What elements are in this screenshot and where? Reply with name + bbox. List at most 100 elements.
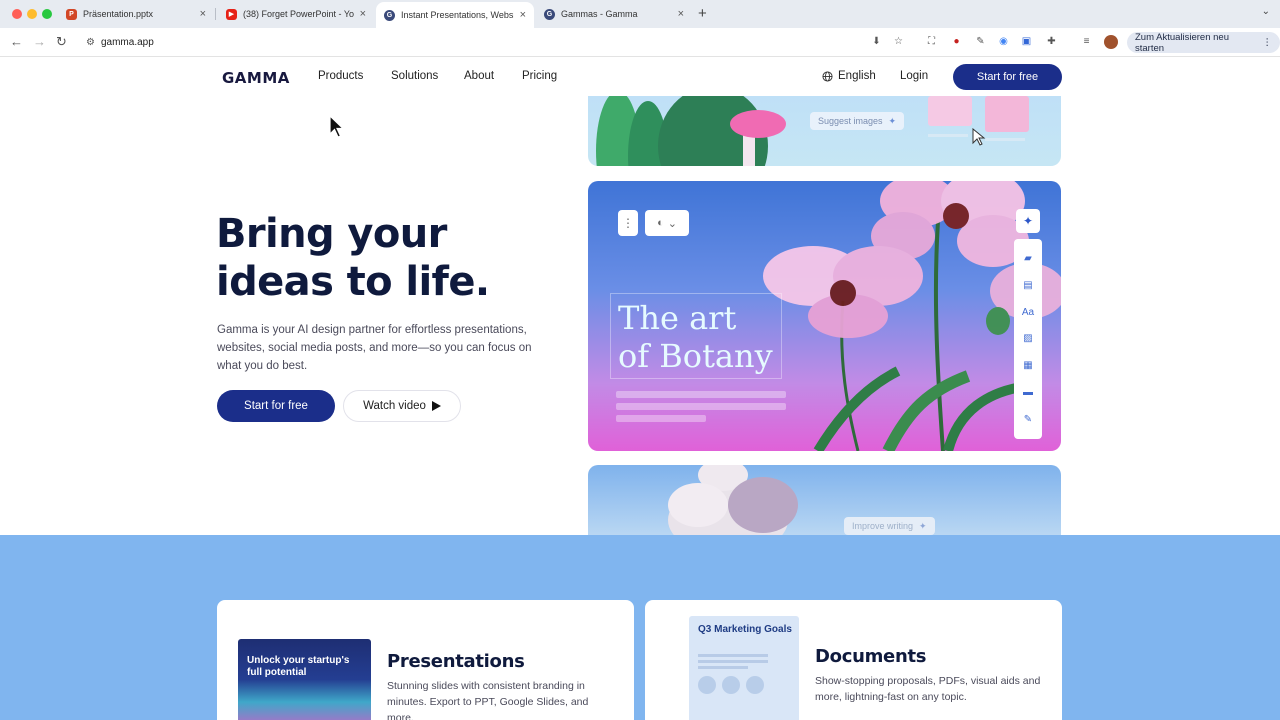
close-tab-icon[interactable]: ×: [520, 9, 526, 21]
login-link[interactable]: Login: [900, 70, 928, 82]
suggest-images-label: Suggest images: [818, 116, 883, 126]
improve-writing-chip[interactable]: Improve writing ✦: [844, 517, 935, 535]
gamma-favicon-icon: G: [544, 8, 555, 20]
art-title-line-1: The art: [618, 299, 737, 337]
text-icon[interactable]: Aa: [1022, 307, 1034, 318]
address-bar[interactable]: ⚙ gamma.app: [80, 32, 860, 53]
feature-card-documents[interactable]: Q3 Marketing Goals Documents Show-stoppi…: [645, 600, 1062, 720]
more-options-icon[interactable]: ⋮: [618, 210, 638, 236]
edit-icon[interactable]: ✎: [1024, 414, 1032, 425]
pie-chart-icon: [698, 676, 716, 694]
new-tab-icon[interactable]: +: [698, 5, 707, 22]
language-selector[interactable]: English: [822, 70, 876, 82]
close-tab-icon[interactable]: ×: [678, 8, 684, 20]
extension-translate-icon[interactable]: ▣: [1020, 35, 1033, 48]
card-icon[interactable]: ▤: [1023, 280, 1032, 291]
hero-subtitle: Gamma is your AI design partner for effo…: [217, 324, 532, 372]
cloud-illustration: [668, 465, 798, 535]
bookmark-star-icon[interactable]: ☆: [892, 35, 905, 48]
tab-title: Präsentation.pptx: [83, 9, 154, 19]
mushroom-illustration: [596, 96, 1029, 166]
improve-writing-label: Improve writing: [852, 521, 914, 531]
feature-title-documents: Documents: [815, 646, 927, 667]
tab-separator: [215, 8, 216, 20]
close-window-button[interactable]: [12, 9, 22, 19]
screenshot-icon[interactable]: ⛶: [925, 35, 938, 48]
browser-tab-youtube[interactable]: ▶ (38) Forget PowerPoint - You ×: [218, 2, 374, 26]
features-band: [0, 535, 1280, 720]
profile-avatar[interactable]: [1104, 35, 1118, 49]
document-thumbnail: Q3 Marketing Goals: [689, 616, 799, 720]
placeholder-line: [616, 391, 786, 398]
presentation-thumbnail-text: Unlock your startup's full potential: [247, 655, 350, 678]
document-thumbnail-charts: [698, 676, 764, 694]
image-icon[interactable]: ▨: [1023, 333, 1032, 344]
sparkle-icon: ✦: [919, 520, 927, 531]
browser-tab-gammas[interactable]: G Gammas - Gamma ×: [536, 2, 692, 26]
document-thumbnail-text: Q3 Marketing Goals: [698, 624, 792, 635]
nav-about[interactable]: About: [464, 70, 494, 82]
nav-products[interactable]: Products: [318, 70, 363, 82]
placeholder-line: [698, 666, 748, 669]
nav-pricing[interactable]: Pricing: [522, 70, 557, 82]
hero-title: Bring your ideas to life.: [216, 211, 490, 305]
feature-card-presentations[interactable]: Unlock your startup's full potential Pre…: [217, 600, 634, 720]
pie-chart-icon: [722, 676, 740, 694]
maximize-window-button[interactable]: [42, 9, 52, 19]
video-icon[interactable]: ▦: [1023, 360, 1032, 371]
art-title-line-2: of Botany: [618, 337, 773, 375]
placeholder-line: [698, 654, 768, 657]
suggest-images-chip[interactable]: Suggest images ✦: [810, 112, 905, 130]
watch-video-button[interactable]: Watch video: [343, 390, 461, 422]
close-tab-icon[interactable]: ×: [200, 8, 206, 20]
art-title: The art of Botany: [618, 299, 773, 375]
presentation-thumbnail: Unlock your startup's full potential: [238, 639, 371, 720]
browser-tab-gamma-active[interactable]: G Instant Presentations, Websi ×: [376, 2, 534, 28]
browser-tab-presentation[interactable]: P Präsentation.pptx ×: [58, 2, 214, 26]
forward-icon[interactable]: →: [33, 34, 46, 49]
site-settings-icon[interactable]: ⚙: [86, 37, 95, 48]
tab-search-icon[interactable]: ⌄: [1262, 6, 1270, 17]
back-icon[interactable]: ←: [10, 34, 23, 49]
url-text: gamma.app: [100, 37, 154, 48]
reload-icon[interactable]: ↻: [56, 34, 67, 50]
start-for-free-button[interactable]: Start for free: [217, 390, 335, 422]
placeholder-line: [616, 415, 706, 422]
button-icon[interactable]: ▬: [1023, 387, 1033, 398]
pointer-cursor-icon: [972, 128, 986, 146]
placeholder-line: [698, 660, 768, 663]
globe-icon: [822, 70, 833, 82]
pie-chart-icon: [746, 676, 764, 694]
gamma-logo[interactable]: GAMMA: [222, 69, 290, 87]
extensions-puzzle-icon[interactable]: ✚: [1045, 35, 1058, 48]
showcase-card-botany: ⋮ ◐ ⌄ The art of Botany ✦ ▰ ▤ Aa ▨ ▦ ▬ ✎: [588, 181, 1061, 451]
youtube-icon: ▶: [226, 8, 237, 20]
language-label: English: [838, 70, 876, 82]
feature-title-presentations: Presentations: [387, 651, 525, 672]
placeholder-line: [616, 403, 786, 410]
ai-sparkle-icon[interactable]: ✦: [1016, 209, 1040, 233]
layout-icon[interactable]: ▰: [1024, 253, 1032, 264]
update-restart-button[interactable]: Zum Aktualisieren neu starten ⋮: [1127, 32, 1280, 54]
nav-solutions[interactable]: Solutions: [391, 70, 438, 82]
close-tab-icon[interactable]: ×: [360, 8, 366, 20]
theme-picker-button[interactable]: ◐ ⌄: [645, 210, 689, 236]
play-icon: [431, 401, 441, 411]
install-app-icon[interactable]: ⬇: [870, 35, 883, 48]
gamma-favicon-icon: G: [384, 9, 395, 21]
showcase-card-clouds: Improve writing ✦: [588, 465, 1061, 535]
sparkle-icon: ✦: [888, 115, 897, 126]
chevron-down-icon: ⌄: [667, 217, 677, 230]
reading-list-icon[interactable]: ≡: [1080, 35, 1093, 48]
mouse-cursor-icon: [329, 115, 345, 138]
placeholder-text-lines: [616, 391, 786, 427]
tab-title: Instant Presentations, Websi: [401, 10, 514, 20]
start-for-free-nav-button[interactable]: Start for free: [953, 64, 1062, 90]
extension-globe-icon[interactable]: ◉: [997, 35, 1010, 48]
feature-desc-presentations: Stunning slides with consistent branding…: [387, 680, 589, 720]
minimize-window-button[interactable]: [27, 9, 37, 19]
tab-title: (38) Forget PowerPoint - You: [243, 9, 354, 19]
eyedropper-icon[interactable]: ✎: [974, 35, 987, 48]
extension-red-icon[interactable]: ●: [950, 35, 963, 48]
more-menu-icon[interactable]: ⋮: [1263, 37, 1273, 48]
